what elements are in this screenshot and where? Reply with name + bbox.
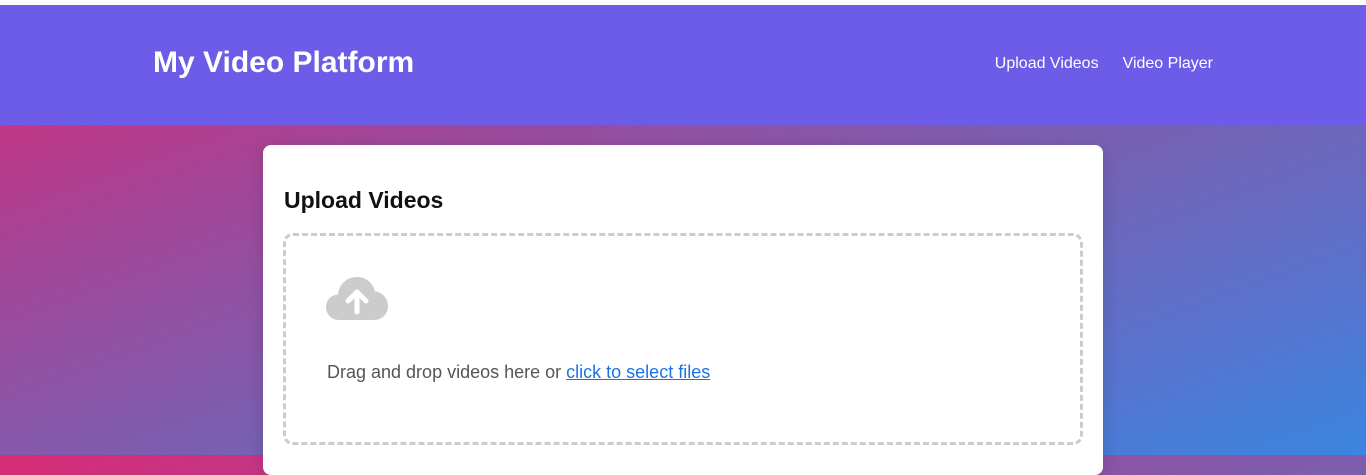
cloud-upload-icon: [326, 277, 388, 320]
site-title: My Video Platform: [153, 46, 415, 79]
upload-card: Upload Videos Drag and drop videos here …: [263, 145, 1103, 475]
main-nav: Upload Videos Video Player: [995, 54, 1213, 74]
site-header: My Video Platform Upload Videos Video Pl…: [0, 5, 1366, 125]
select-files-link[interactable]: click to select files: [566, 362, 710, 382]
upload-title: Upload Videos: [284, 187, 444, 213]
nav-video-player[interactable]: Video Player: [1123, 54, 1213, 74]
dropzone-text: Drag and drop videos here or: [327, 362, 567, 382]
video-dropzone[interactable]: Drag and drop videos here or click to se…: [283, 233, 1083, 445]
nav-upload-videos[interactable]: Upload Videos: [995, 54, 1099, 74]
dropzone-instructions: Drag and drop videos here or click to se…: [327, 361, 710, 383]
